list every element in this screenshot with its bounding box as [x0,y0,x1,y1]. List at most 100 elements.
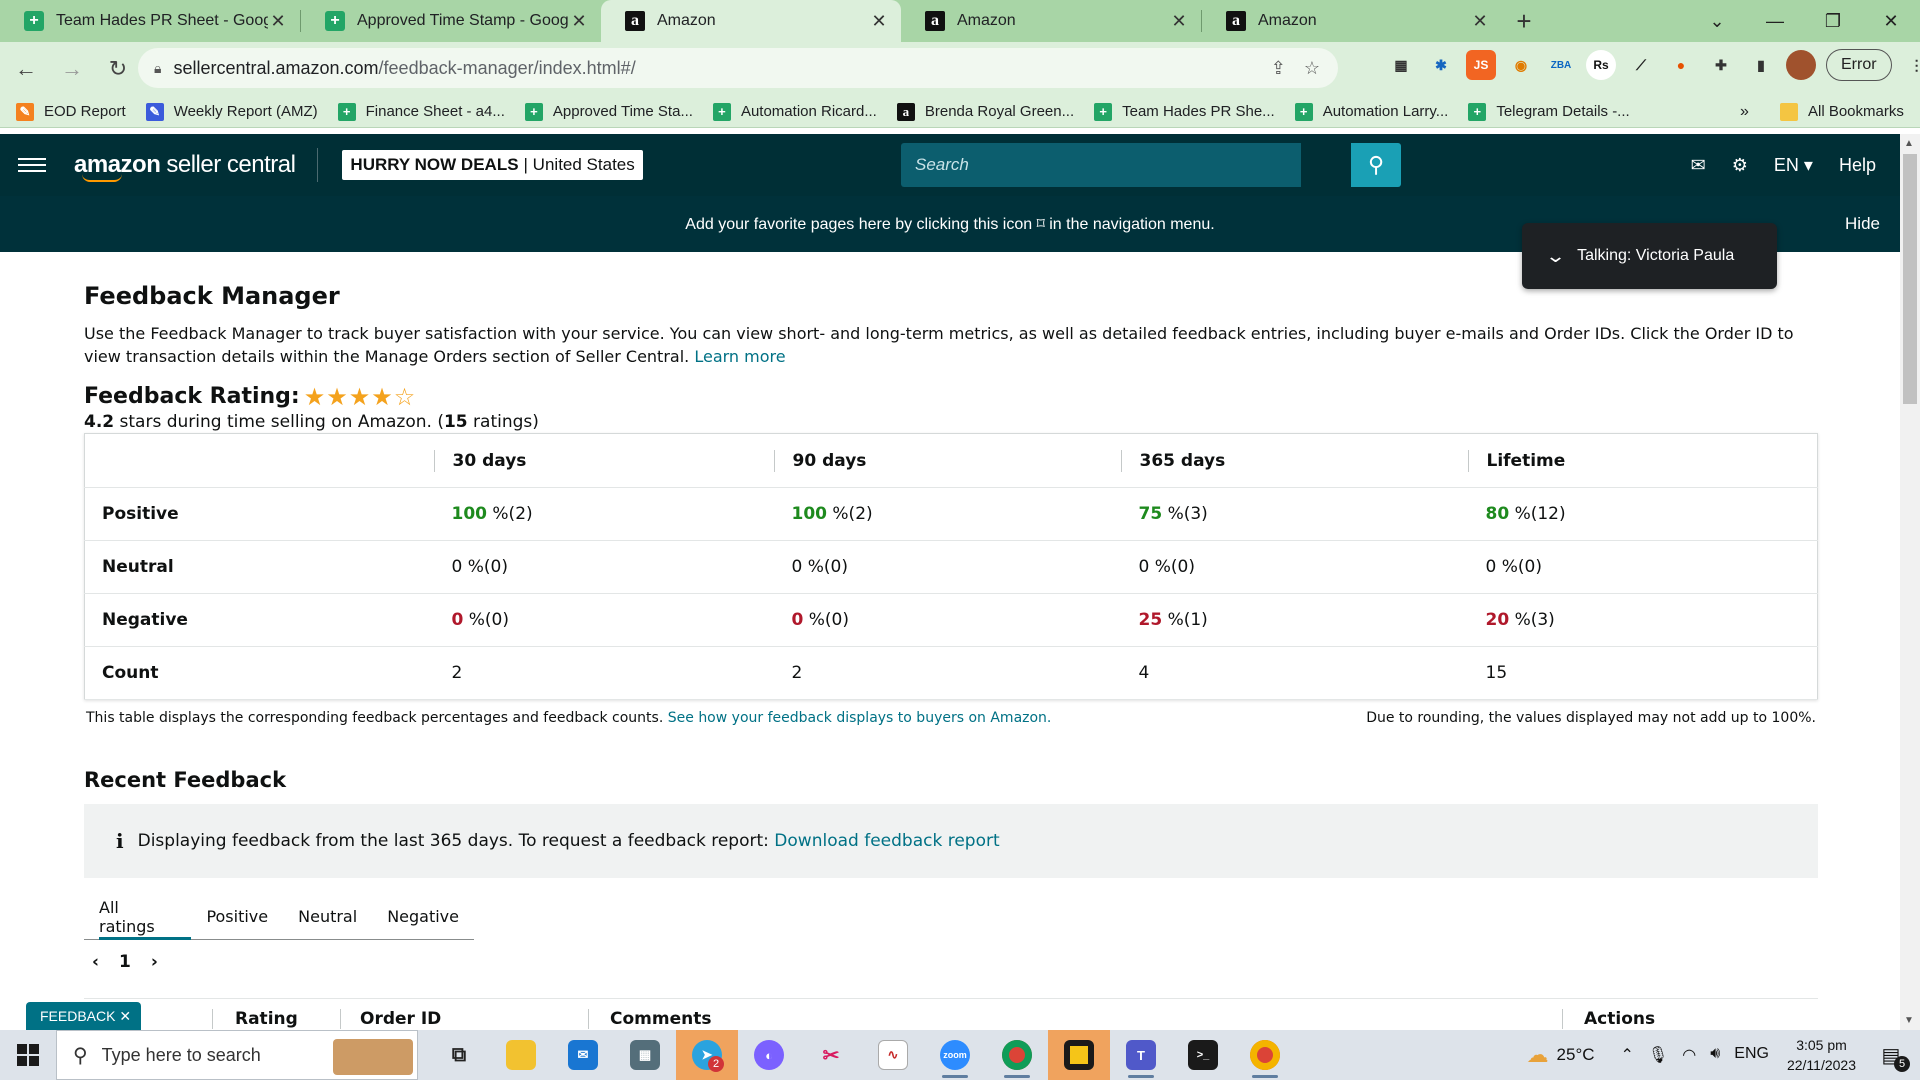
terminal-button[interactable]: >_ [1172,1030,1234,1080]
back-icon[interactable]: ← [6,49,46,89]
chevron-up-icon[interactable]: ⌃ [1621,1045,1634,1065]
close-icon[interactable]: ✕ [569,11,589,32]
talking-popup[interactable]: ⌄ Talking: Victoria Paula [1522,223,1777,289]
tab-negative[interactable]: Negative [372,894,474,940]
language-selector[interactable]: EN ▾ [1774,155,1813,176]
bookmark-item[interactable]: a Brenda Royal Green... [896,102,1074,121]
tab-neutral[interactable]: Neutral [283,894,372,940]
scroll-down-icon[interactable]: ▼ [1904,1015,1914,1026]
rs-extension-icon[interactable]: Rs [1586,50,1616,80]
feedback-display-link[interactable]: See how your feedback displays to buyers… [668,710,1052,726]
notification-count: 5 [1894,1056,1910,1072]
help-link[interactable]: Help [1839,155,1876,176]
weather-widget[interactable]: ☁ 25°C [1527,1042,1595,1068]
learn-more-link[interactable]: Learn more [694,347,785,366]
side-panel-icon[interactable]: ▮ [1746,50,1776,80]
tab-search-icon[interactable]: ⌄ [1688,0,1746,42]
column-header: Lifetime [1467,433,1818,488]
browser-tab[interactable]: a Amazon ✕ [1202,0,1502,42]
snipping-tool-button[interactable]: ✂ [800,1030,862,1080]
reload-icon[interactable]: ↻ [98,49,138,89]
feedback-tab-button[interactable]: FEEDBACK ✕ [26,1002,142,1030]
store-selector[interactable]: HURRY NOW DEALS | United States [342,150,643,180]
search-button[interactable]: ⚲ [1351,143,1401,187]
bookmark-item[interactable]: + Telegram Details -... [1468,102,1630,121]
extension-icon[interactable]: ✱ [1426,50,1456,80]
tray-icons: ⌃ 🎙︎ ◠ 🔊︎ ENG [1621,1045,1769,1065]
all-bookmarks-button[interactable]: All Bookmarks [1780,102,1904,121]
teams-button[interactable]: T [1110,1030,1172,1080]
notification-center-icon[interactable]: ▤ 5 [1876,1040,1910,1072]
search-input[interactable]: Search [901,143,1301,187]
profile-error-button[interactable]: Error [1826,49,1892,81]
speaker-icon[interactable]: 🔊︎ [1710,1045,1720,1065]
chrome-button[interactable] [986,1030,1048,1080]
browser-tab[interactable]: a Amazon ✕ [901,0,1201,42]
qr-code-icon[interactable]: ▦ [1386,50,1416,80]
profile-avatar[interactable] [1786,50,1816,80]
minimize-icon[interactable]: — [1746,0,1804,42]
close-icon[interactable]: ✕ [268,11,288,32]
mail-icon[interactable]: ✉ [1691,155,1706,176]
js-extension-icon[interactable]: JS [1466,50,1496,80]
tab-all-ratings[interactable]: All ratings [84,894,192,940]
mail-app-button[interactable]: ✉ [552,1030,614,1080]
bookmark-star-icon[interactable]: ☆ [1304,58,1320,79]
file-explorer-button[interactable] [490,1030,552,1080]
scroll-up-icon[interactable]: ▲ [1904,138,1914,149]
close-icon[interactable]: ✕ [1470,11,1490,32]
page-scrollbar[interactable]: ▲ ▼ [1900,134,1920,1030]
forward-icon[interactable]: → [52,49,92,89]
close-icon[interactable]: ✕ [1169,11,1189,32]
chevron-down-icon[interactable]: ⌄ [1545,246,1566,267]
puzzle-icon[interactable]: ✚ [1706,50,1736,80]
bookmark-item[interactable]: + Automation Larry... [1294,102,1448,121]
gear-icon[interactable]: ⚙ [1732,155,1748,176]
hamburger-menu-icon[interactable] [18,158,46,172]
browser-tab[interactable]: + Approved Time Stamp - Google ✕ [301,0,601,42]
wifi-icon[interactable]: ◠ [1682,1045,1696,1065]
honey-extension-icon[interactable]: ◉ [1506,50,1536,80]
tab-positive[interactable]: Positive [191,894,283,940]
bookmark-item[interactable]: + Automation Ricard... [712,102,877,121]
close-window-icon[interactable]: ✕ [1862,0,1920,42]
voice-recorder-button[interactable]: ∿ [862,1030,924,1080]
calculator-button[interactable]: ▦ [614,1030,676,1080]
microphone-icon[interactable]: 🎙︎ [1648,1045,1668,1065]
copilot-button[interactable]: ◐ [738,1030,800,1080]
bookmark-item[interactable]: ✎ Weekly Report (AMZ) [145,102,318,121]
close-icon[interactable]: ✕ [119,1008,131,1025]
cursor-extension-icon[interactable]: ⟋ [1626,50,1656,80]
bookmark-item[interactable]: ✎ EOD Report [16,102,126,121]
hide-banner-button[interactable]: Hide [1845,214,1880,234]
more-menu-icon[interactable]: ⋮ [1902,50,1920,80]
chevron-left-icon[interactable]: ‹ [92,952,99,972]
seller-central-logo[interactable]: amazon seller central [74,148,319,182]
scrollbar-thumb[interactable] [1903,154,1917,404]
bookmark-item[interactable]: + Team Hades PR She... [1094,102,1275,121]
language-indicator[interactable]: ENG [1734,1045,1769,1065]
clock[interactable]: 3:05 pm 22/11/2023 [1787,1035,1856,1075]
close-icon[interactable]: ✕ [869,11,889,32]
bookmarks-overflow-icon[interactable]: » [1740,103,1749,121]
browser-tab-active[interactable]: a Amazon ✕ [601,0,901,42]
zoom-button[interactable]: zoom [924,1030,986,1080]
address-bar[interactable]: 🔒︎ sellercentral.amazon.com/feedback-man… [138,48,1338,88]
chrome-profile-button[interactable] [1234,1030,1296,1080]
chrome-extension-icon[interactable]: ● [1666,50,1696,80]
chevron-right-icon[interactable]: › [151,952,158,972]
maximize-icon[interactable]: ❐ [1804,0,1862,42]
share-icon[interactable]: ⇪ [1271,58,1286,79]
taskbar-search-input[interactable]: ⚲ Type here to search [56,1030,418,1080]
new-tab-button[interactable]: + [1502,0,1546,42]
download-report-link[interactable]: Download feedback report [774,831,999,851]
zba-extension-icon[interactable]: ZBA [1546,50,1576,80]
bookmark-item[interactable]: + Approved Time Sta... [524,102,693,121]
sticky-notes-button[interactable] [1048,1030,1110,1080]
page-number[interactable]: 1 [119,952,131,972]
telegram-button[interactable]: ➤ 2 [676,1030,738,1080]
bookmark-item[interactable]: + Finance Sheet - a4... [337,102,505,121]
task-view-button[interactable]: ⧉ [428,1030,490,1080]
start-button[interactable] [0,1030,56,1080]
browser-tab[interactable]: + Team Hades PR Sheet - Google S ✕ [0,0,300,42]
